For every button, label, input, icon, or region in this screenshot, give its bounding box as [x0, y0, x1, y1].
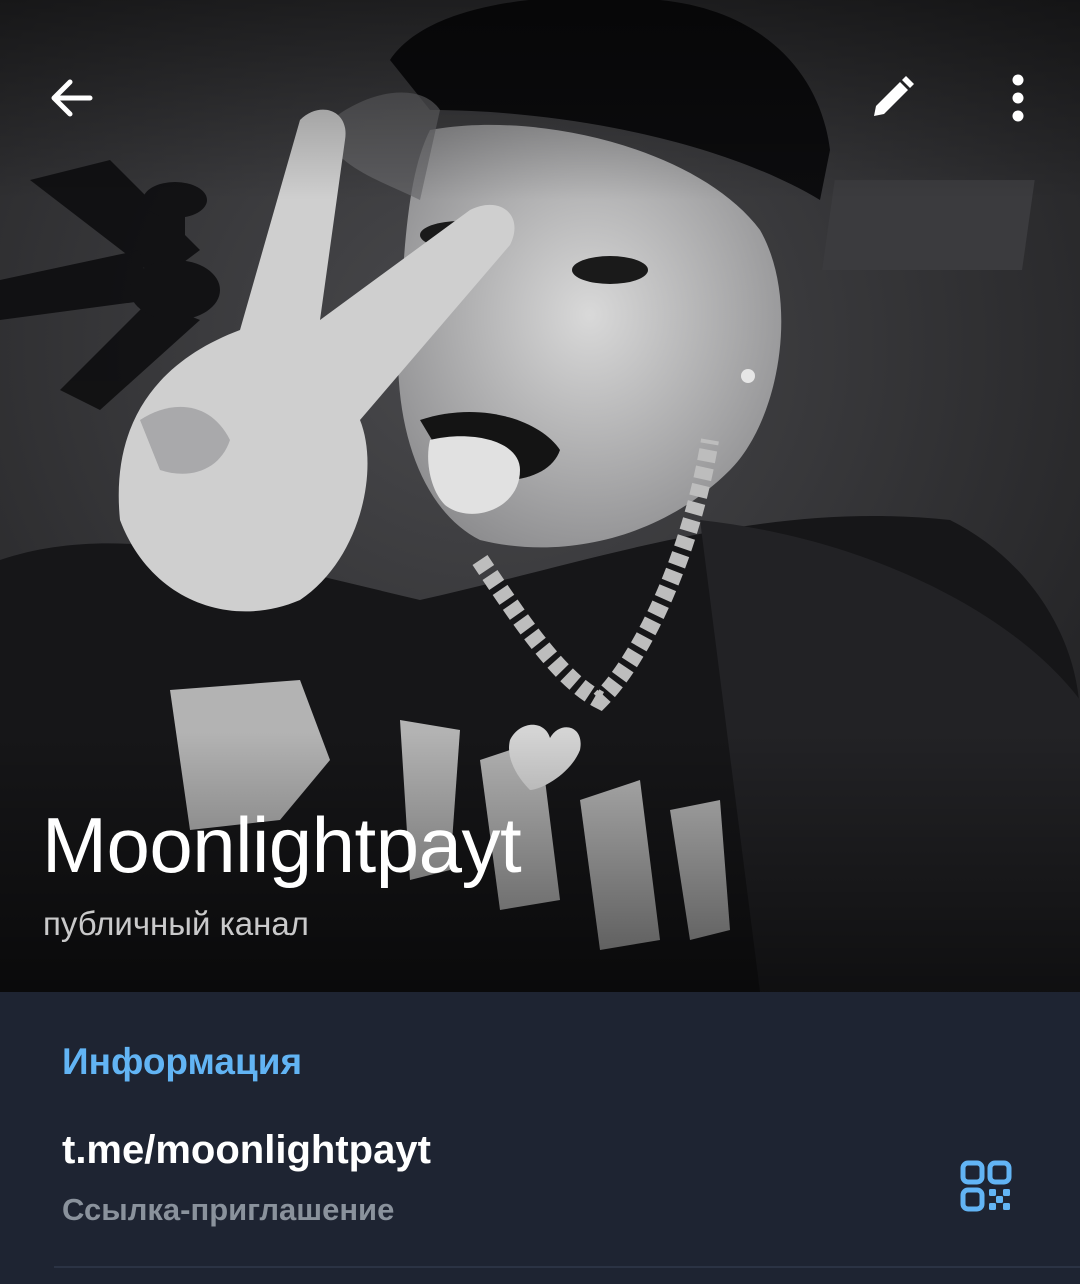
more-options-button[interactable] — [978, 58, 1058, 138]
invite-link-value[interactable]: t.me/moonlightpayt — [62, 1126, 431, 1174]
arrow-left-icon — [51, 79, 93, 117]
channel-profile-screen: Moonlightpayt публичный канал Информация… — [0, 0, 1080, 1284]
info-section-title: Информация — [62, 1041, 303, 1082]
more-vertical-icon — [1012, 74, 1024, 122]
profile-header: Moonlightpayt публичный канал — [0, 0, 1080, 992]
back-button[interactable] — [32, 58, 112, 138]
channel-name: Moonlightpayt — [42, 801, 522, 889]
invite-link-row[interactable]: t.me/moonlightpayt Ссылка-приглашение — [0, 1110, 1080, 1260]
qr-code-button[interactable] — [950, 1150, 1022, 1222]
section-divider — [54, 1266, 1080, 1268]
edit-button[interactable] — [852, 58, 932, 138]
invite-link-caption: Ссылка-приглашение — [62, 1192, 395, 1227]
info-section: Информация t.me/moonlightpayt Ссылка-при… — [0, 992, 1080, 1284]
qr-code-icon — [960, 1160, 1012, 1212]
pencil-icon — [874, 76, 914, 116]
channel-status: публичный канал — [43, 905, 309, 942]
